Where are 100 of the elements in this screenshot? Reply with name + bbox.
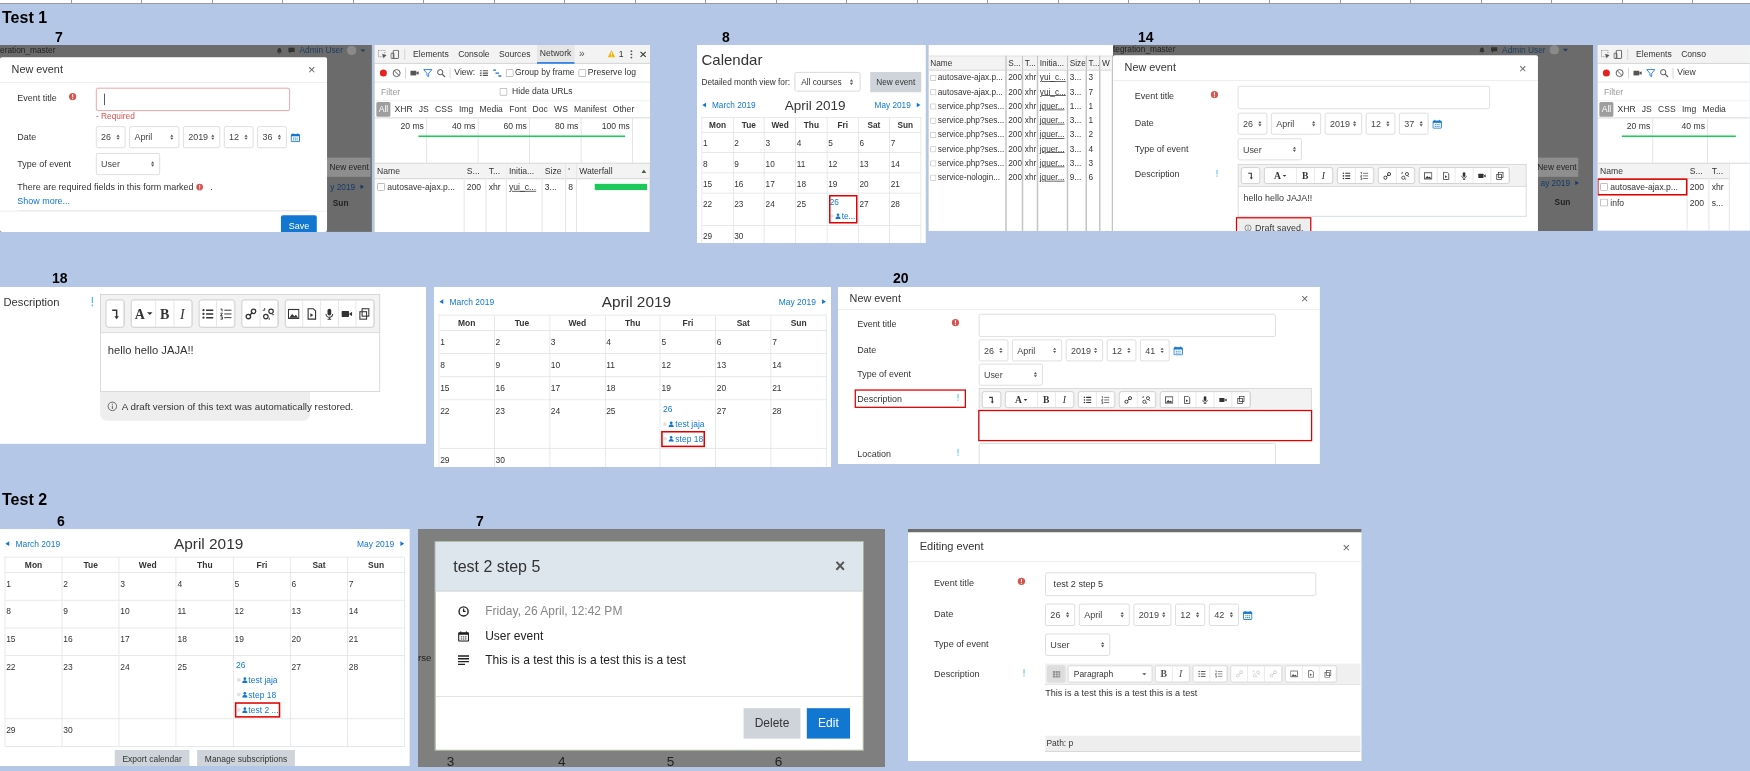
toolbar-button[interactable]: B <box>1296 167 1315 184</box>
footer-button[interactable]: Export calendar <box>114 750 190 766</box>
day-number: 28 <box>348 662 359 672</box>
filter-type-button[interactable]: WS <box>551 102 571 117</box>
day-number: 9 <box>63 606 68 616</box>
show-more-link[interactable]: Show more... <box>17 196 71 207</box>
dialog-button[interactable]: Edit <box>806 707 850 739</box>
devtools-tab[interactable]: Elements <box>1632 45 1675 64</box>
event-link[interactable]: te... <box>841 210 856 223</box>
filter-type-button[interactable]: CSS <box>432 102 456 117</box>
toolbar-button[interactable]: I <box>173 300 192 327</box>
select-field[interactable]: 37 <box>1399 112 1429 135</box>
select-field[interactable]: 41 <box>1140 339 1170 362</box>
more-tabs-button[interactable]: » <box>577 46 587 62</box>
day-number[interactable]: 26 <box>663 402 673 416</box>
day-number: 25 <box>796 199 807 209</box>
dialog-button[interactable]: Delete <box>743 707 801 739</box>
footer-button[interactable]: Manage subscriptions <box>197 750 295 766</box>
filter-type-button[interactable]: XHR <box>1615 102 1638 117</box>
toolbar-button[interactable]: A <box>131 300 157 327</box>
filter-type-button[interactable]: JS <box>416 102 432 117</box>
select-field[interactable]: User <box>1045 633 1111 656</box>
editor-area[interactable]: hello hello JAJA!! <box>1237 187 1527 217</box>
devtools-tab[interactable]: Conso <box>1678 45 1710 64</box>
editor-area[interactable]: hello hello JAJA!! <box>100 333 381 392</box>
select-field[interactable]: April <box>1012 339 1062 362</box>
filter-type-button[interactable]: Img <box>456 102 476 117</box>
toolbar-button[interactable]: B <box>156 300 174 327</box>
filter-type-button[interactable]: Img <box>1679 102 1699 117</box>
select-field[interactable]: User <box>96 153 160 175</box>
toolbar-button[interactable]: I <box>1055 391 1074 408</box>
select-field[interactable]: User <box>1237 138 1302 161</box>
path-bar: Path: p <box>1045 735 1361 752</box>
editor-area[interactable]: This is a test this is a test this is a test <box>1045 685 1361 736</box>
select-field[interactable]: 2019 <box>1133 603 1172 626</box>
column-header: Name <box>1600 165 1623 178</box>
day-number: 21 <box>890 178 900 188</box>
select-field[interactable]: April <box>129 126 180 149</box>
select-field[interactable]: User <box>978 363 1043 386</box>
next-month-link[interactable]: May 2019 <box>357 537 405 550</box>
select-field[interactable]: 26 <box>978 339 1009 362</box>
select-field[interactable]: 12 <box>1175 603 1206 626</box>
select-field[interactable]: 2019 <box>1324 112 1362 135</box>
select-field[interactable]: 42 <box>1208 603 1239 626</box>
new-event-button[interactable]: New event <box>870 72 922 92</box>
toolbar-button[interactable]: I <box>1314 167 1333 184</box>
filter-type-button[interactable]: Media <box>477 102 506 117</box>
toolbar-button[interactable]: B <box>1037 391 1056 408</box>
day-number: 10 <box>765 158 775 168</box>
event-link[interactable]: step 18 <box>248 688 277 702</box>
filter-type-button[interactable]: Media <box>1700 102 1729 117</box>
previous-month-link[interactable]: March 2019 <box>438 295 495 308</box>
select-field[interactable]: 12 <box>1365 112 1396 135</box>
next-month-link[interactable]: May 2019 <box>874 98 922 112</box>
save-button[interactable]: Save <box>281 215 317 232</box>
select-field[interactable]: 36 <box>257 126 287 149</box>
toolbar-button[interactable]: A <box>1264 167 1297 184</box>
filter-type-button[interactable]: CSS <box>1655 102 1679 117</box>
close-button[interactable]: × <box>308 60 316 80</box>
filter-type-button[interactable]: Manifest <box>571 102 609 117</box>
select-field[interactable]: 12 <box>1106 339 1137 362</box>
close-button[interactable]: × <box>1518 58 1527 78</box>
filter-type-button[interactable]: Other <box>610 102 637 117</box>
select-field[interactable]: April <box>1271 112 1321 135</box>
previous-month-link[interactable]: March 2019 <box>4 537 61 550</box>
weekday-header: Sun <box>1554 196 1571 209</box>
table-cell-text: xhr <box>488 181 501 194</box>
event-link[interactable]: test jaja <box>675 417 705 431</box>
event-link[interactable]: test jaja <box>248 673 278 687</box>
filter-type-button[interactable]: Font <box>506 102 529 117</box>
devtools-tab[interactable]: Elements <box>409 45 452 64</box>
filter-type-button[interactable]: Doc <box>530 102 551 117</box>
devtools-tab[interactable]: Console <box>455 45 493 64</box>
devtools-tab[interactable]: Network <box>536 45 575 64</box>
previous-month-link[interactable]: March 2019 <box>701 98 756 112</box>
devtools-tab[interactable]: Sources <box>495 45 534 64</box>
close-button[interactable]: × <box>1342 537 1350 557</box>
table-cell-text: 4 <box>1088 143 1094 156</box>
select-field[interactable]: 2019 <box>183 126 221 149</box>
table-cell: service.php?ses... <box>937 114 1005 127</box>
select-field[interactable]: 2019 <box>1065 339 1103 362</box>
toolbar-button[interactable]: B <box>1155 666 1173 682</box>
toolbar-button[interactable]: A <box>1005 391 1038 408</box>
select-field[interactable]: 26 <box>96 126 126 149</box>
select-field[interactable]: 26 <box>1237 112 1268 135</box>
event-link[interactable]: step 18 <box>675 432 704 446</box>
select-field[interactable]: 26 <box>1045 603 1076 626</box>
day-number[interactable]: 26 <box>236 658 246 672</box>
select-field[interactable]: April <box>1078 603 1130 626</box>
select-field[interactable]: 12 <box>224 126 254 149</box>
format-select[interactable]: Paragraph <box>1068 666 1152 682</box>
close-button[interactable]: × <box>1300 288 1309 308</box>
close-button[interactable]: × <box>834 553 846 580</box>
day-number: 6 <box>859 138 864 148</box>
day-number[interactable]: 26 <box>829 195 839 208</box>
toolbar-button[interactable]: I <box>1172 666 1190 682</box>
filter-type-button[interactable]: XHR <box>392 102 415 117</box>
next-month-link[interactable]: May 2019 <box>778 295 827 308</box>
event-link[interactable]: test 2 ... <box>248 703 279 717</box>
filter-type-button[interactable]: JS <box>1639 102 1655 117</box>
